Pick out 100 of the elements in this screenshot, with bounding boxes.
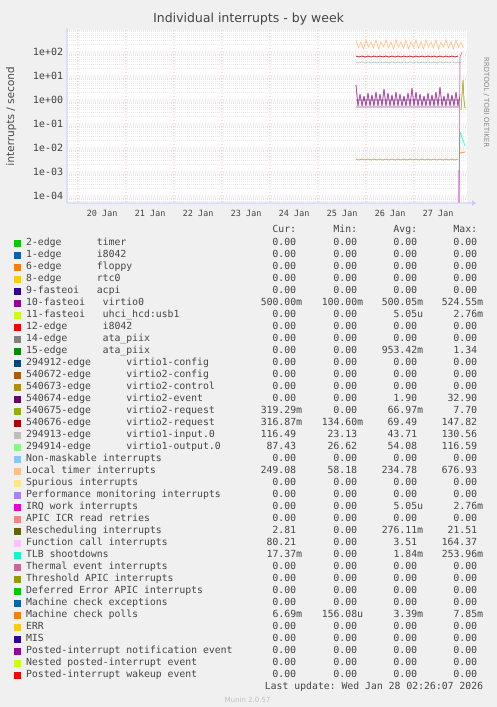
legend-label: Machine check polls	[26, 609, 140, 621]
value-text: 0.00	[392, 573, 418, 585]
value-text: 0.00	[452, 453, 478, 465]
value-text: 0.00	[332, 261, 358, 273]
value-text: 0.00	[392, 273, 418, 285]
value-text: 500.00m	[260, 297, 302, 309]
value-text: 1.90	[392, 393, 418, 405]
graph-title: Individual interrupts - by week	[152, 9, 345, 27]
value-text: 0.00	[271, 573, 297, 585]
legend-label: 294913-edge virtio1-input.0	[26, 429, 216, 441]
value-text: 953.42m	[380, 345, 423, 357]
value-text: 26.62	[326, 441, 358, 453]
value-text: 316.87m	[260, 417, 302, 429]
value-text: 0.00	[452, 381, 478, 393]
value-text: 7.70	[452, 405, 478, 417]
value-text: 0.00	[332, 573, 358, 585]
value-text: 0.00	[332, 393, 358, 405]
y-tick-label: 1e-01	[32, 119, 63, 130]
value-text: 0.00	[332, 321, 358, 333]
value-text: 0.00	[271, 249, 297, 261]
value-text: 116.49	[260, 429, 297, 441]
value-text: 319.29m	[260, 405, 302, 417]
value-text: 3.51	[392, 537, 418, 549]
y-tick-label: 1e-04	[32, 191, 63, 202]
last-update-text: Last update: Wed Jan 28 02:26:07 2026	[264, 681, 483, 693]
value-text: 0.00	[452, 633, 478, 645]
legend-label: 1-edge i8042	[26, 249, 128, 261]
y-axis-label: interrupts / second	[5, 66, 17, 166]
x-tick-label: 25 Jan	[326, 209, 358, 219]
x-tick-label: 21 Jan	[134, 209, 166, 219]
value-text: 0.00	[332, 597, 358, 609]
value-text: 0.00	[332, 501, 358, 513]
legend-label: 294912-edge virtio1-config	[26, 357, 210, 369]
value-text: 0.00	[271, 489, 297, 501]
value-text: 0.00	[452, 357, 478, 369]
value-text: 0.00	[271, 657, 297, 669]
x-tick-label: 26 Jan	[374, 209, 406, 219]
value-text: 0.00	[392, 645, 418, 657]
legend-label: ERR	[26, 621, 45, 633]
legend-label: 9-fasteoi acpi	[26, 285, 122, 297]
value-text: 0.00	[271, 597, 297, 609]
value-text: 0.00	[452, 285, 478, 297]
legend-label: Deferred Error APIC interrupts	[26, 585, 204, 597]
value-text: 2.76m	[452, 501, 483, 513]
y-tick-label: 1e-02	[32, 143, 63, 154]
value-text: 0.00	[332, 585, 358, 597]
value-text: 0.00	[332, 249, 358, 261]
legend-label: 11-fasteoi uhci_hcd:usb1	[26, 309, 180, 321]
value-text: 0.00	[332, 237, 358, 249]
value-text: 0.00	[332, 381, 358, 393]
x-tick-label: 22 Jan	[182, 209, 214, 219]
legend-label: Nested posted-interrupt event	[26, 657, 198, 669]
column-header: Cur:	[271, 224, 297, 236]
value-text: 0.00	[332, 405, 358, 417]
legend-label: 8-edge rtc0	[26, 273, 122, 285]
value-text: 0.00	[332, 369, 358, 381]
value-text: 0.00	[452, 273, 478, 285]
value-text: 54.08	[386, 441, 418, 453]
legend-label: 540674-edge virtio2-event	[26, 393, 204, 405]
value-text: 0.00	[332, 489, 358, 501]
value-text: 2.81	[271, 525, 297, 537]
value-text: 0.00	[271, 237, 297, 249]
y-tick-label: 1e+00	[32, 95, 63, 106]
legend-label: IRQ work interrupts	[26, 501, 140, 513]
legend-label: 12-edge i8042	[26, 321, 134, 333]
value-text: 0.00	[332, 285, 358, 297]
value-text: 1.84m	[392, 549, 423, 561]
legend-label: Performance monitoring interrupts	[26, 489, 222, 501]
legend-label: 15-edge ata_piix	[26, 345, 151, 357]
x-tick-label: 20 Jan	[86, 209, 118, 219]
value-text: 0.00	[271, 381, 297, 393]
value-text: 0.00	[392, 381, 418, 393]
value-text: 0.00	[452, 489, 478, 501]
value-text: 0.00	[332, 633, 358, 645]
value-text: 0.00	[271, 309, 297, 321]
value-text: 0.00	[452, 573, 478, 585]
value-text: 0.00	[452, 237, 478, 249]
value-text: 0.00	[332, 561, 358, 573]
value-text: 164.37	[440, 537, 478, 549]
value-text: 0.00	[452, 669, 478, 681]
legend-label: Non-maskable interrupts	[26, 453, 163, 465]
value-text: 0.00	[392, 561, 418, 573]
value-text: 0.00	[271, 513, 297, 525]
value-text: 0.00	[392, 333, 418, 345]
value-text: 0.00	[332, 477, 358, 489]
value-text: 0.00	[271, 477, 297, 489]
legend-label: Posted-interrupt wakeup event	[26, 669, 198, 681]
value-text: 0.00	[452, 561, 478, 573]
legend-label: 540676-edge virtio2-request	[26, 417, 216, 429]
value-text: 0.00	[452, 333, 478, 345]
value-text: 0.00	[271, 369, 297, 381]
value-text: 0.00	[452, 513, 478, 525]
value-text: 80.21	[266, 537, 297, 549]
value-text: 147.82	[440, 417, 478, 429]
value-text: 0.00	[271, 453, 297, 465]
value-text: 0.00	[332, 453, 358, 465]
value-text: 0.00	[271, 333, 297, 345]
value-text: 0.00	[332, 525, 358, 537]
value-text: 0.00	[271, 345, 297, 357]
value-text: 0.00	[332, 645, 358, 657]
